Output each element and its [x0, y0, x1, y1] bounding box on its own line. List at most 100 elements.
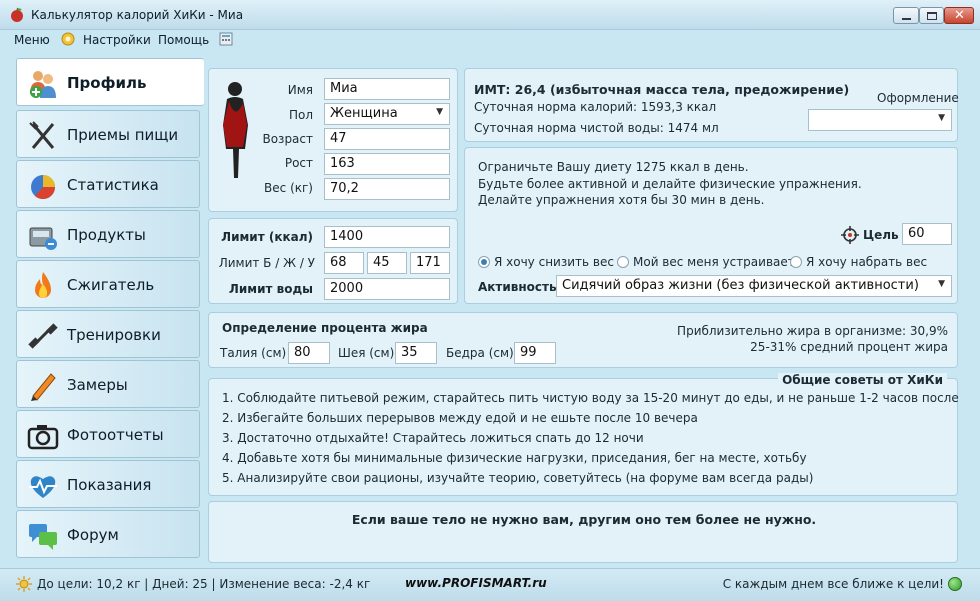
title-bar: Калькулятор калорий ХиКи - Миа ✕ [0, 0, 980, 30]
sidebar-item-meals[interactable]: Приемы пищи [16, 110, 200, 158]
pencil-icon [31, 373, 56, 401]
advice-panel: Ограничьте Вашу диету 1275 ккал в день. … [464, 147, 958, 304]
sidebar-item-statistics[interactable]: Статистика [16, 160, 200, 208]
radio-lose-weight-label[interactable]: Я хочу снизить вес [494, 255, 614, 269]
menu-bar: Меню Настройки Помощь [0, 30, 980, 52]
hips-field[interactable]: 99 [514, 342, 556, 364]
advice-line-1: Ограничьте Вашу диету 1275 ккал в день. [478, 160, 749, 174]
advice-line-3: Делайте упражнения хотя бы 30 мин в день… [478, 193, 765, 207]
minimize-button[interactable] [893, 7, 919, 24]
tip-item-5: 5. Анализируйте свои рационы, изучайте т… [222, 471, 814, 485]
dumbbell-icon [28, 323, 58, 349]
sidebar-label-products: Продукты [67, 226, 146, 244]
radio-gain-weight[interactable] [790, 256, 802, 268]
heart-pulse-icon [29, 476, 57, 498]
status-ok-icon [948, 577, 962, 591]
activity-value: Сидячий образ жизни (без физической акти… [562, 278, 919, 293]
radio-lose-weight[interactable] [478, 256, 490, 268]
close-button[interactable]: ✕ [944, 7, 974, 24]
water-limit-field[interactable]: 2000 [324, 278, 450, 300]
chevron-down-icon: ▼ [938, 279, 945, 289]
gender-select[interactable]: Женщина ▼ [324, 103, 450, 125]
quote-panel: Если ваше тело не нужно вам, другим оно … [208, 501, 958, 563]
status-progress-text: До цели: 10,2 кг | Дней: 25 | Изменение … [37, 577, 371, 591]
age-field[interactable]: 47 [324, 128, 450, 150]
radio-gain-weight-label[interactable]: Я хочу набрать вес [806, 255, 927, 269]
fork-knife-icon [29, 121, 55, 149]
camera-icon [27, 425, 59, 450]
pie-chart-icon [31, 175, 56, 200]
approx-fat-text: Приблизительно жира в организме: 30,9% [677, 324, 948, 338]
maximize-button[interactable] [919, 7, 944, 24]
tip-item-1: 1. Соблюдайте питьевой режим, старайтесь… [222, 391, 959, 405]
bmi-panel: ИМТ: 26,4 (избыточная масса тела, предож… [464, 68, 959, 142]
flame-icon [35, 272, 51, 298]
gender-label: Пол [288, 108, 313, 122]
kcal-limit-field[interactable]: 1400 [324, 226, 450, 248]
kcal-limit-label: Лимит (ккал) [221, 230, 313, 244]
sidebar-label-workouts: Тренировки [67, 326, 161, 344]
carbs-limit-field[interactable]: 171 [410, 252, 450, 274]
waist-label: Талия (см) [220, 346, 287, 360]
people-icon [30, 71, 56, 98]
menu-settings[interactable]: Настройки [83, 33, 151, 47]
sidebar-label-forum: Форум [67, 526, 119, 544]
sidebar-item-workouts[interactable]: Тренировки [16, 310, 200, 358]
bju-limit-label: Лимит Б / Ж / У [218, 256, 315, 270]
status-bar: До цели: 10,2 кг | Дней: 25 | Изменение … [0, 568, 980, 601]
weight-field[interactable]: 70,2 [324, 178, 450, 200]
sun-icon [16, 576, 32, 592]
target-icon [841, 226, 859, 244]
water-limit-label: Лимит воды [228, 282, 313, 296]
sidebar-label-readings: Показания [67, 476, 152, 494]
activity-select[interactable]: Сидячий образ жизни (без физической акти… [556, 275, 952, 297]
gender-value: Женщина [330, 106, 398, 121]
sidebar-item-profile[interactable]: Профиль [16, 58, 204, 106]
name-label: Имя [287, 83, 313, 97]
apple-icon [11, 7, 23, 22]
sidebar-item-photo-reports[interactable]: Фотоотчеты [16, 410, 200, 458]
age-label: Возраст [262, 132, 313, 146]
profile-panel: Имя Миа Пол Женщина ▼ Возраст 47 Рост 16… [208, 68, 458, 212]
sidebar-item-measurements[interactable]: Замеры [16, 360, 200, 408]
advice-line-2: Будьте более активной и делайте физическ… [478, 177, 862, 191]
activity-label: Активность [478, 280, 557, 294]
sidebar-label-measurements: Замеры [67, 376, 128, 394]
neck-field[interactable]: 35 [395, 342, 437, 364]
goal-field[interactable]: 60 [902, 223, 952, 245]
tip-item-4: 4. Добавьте хотя бы минимальные физическ… [222, 451, 807, 465]
sidebar-label-photo-reports: Фотоотчеты [67, 426, 164, 444]
body-fat-title: Определение процента жира [222, 321, 428, 335]
bmi-headline: ИМТ: 26,4 (избыточная масса тела, предож… [474, 82, 850, 97]
status-motto-text: С каждым днем все ближе к цели! [722, 577, 944, 591]
hips-label: Бедра (см) [446, 346, 514, 360]
calculator-icon[interactable] [219, 32, 233, 46]
sidebar: Профиль Приемы пищи Статистика Продукты … [16, 58, 204, 563]
minimize-icon [902, 18, 911, 20]
sidebar-label-profile: Профиль [67, 74, 147, 92]
theme-select[interactable]: ▼ [808, 109, 952, 131]
scale-icon [29, 227, 57, 250]
menu-main[interactable]: Меню [14, 33, 50, 47]
fat-limit-field[interactable]: 45 [367, 252, 407, 274]
sidebar-item-readings[interactable]: Показания [16, 460, 200, 508]
radio-keep-weight-label[interactable]: Мой вес меня устраивает [633, 255, 795, 269]
waist-field[interactable]: 80 [288, 342, 330, 364]
radio-keep-weight[interactable] [617, 256, 629, 268]
height-field[interactable]: 163 [324, 153, 450, 175]
menu-help[interactable]: Помощь [158, 33, 209, 47]
sidebar-item-forum[interactable]: Форум [16, 510, 200, 558]
protein-limit-field[interactable]: 68 [324, 252, 364, 274]
name-field[interactable]: Миа [324, 78, 450, 100]
height-label: Рост [284, 156, 313, 170]
sidebar-label-meals: Приемы пищи [67, 126, 179, 144]
goal-label: Цель [863, 228, 899, 242]
window-title: Калькулятор калорий ХиКи - Миа [31, 8, 244, 22]
daily-calories-text: Суточная норма калорий: 1593,3 ккал [474, 100, 717, 114]
sidebar-item-products[interactable]: Продукты [16, 210, 200, 258]
neck-label: Шея (см) [338, 346, 395, 360]
chevron-down-icon: ▼ [938, 113, 945, 123]
theme-label: Оформление [877, 91, 959, 105]
sidebar-item-burner[interactable]: Сжигатель [16, 260, 200, 308]
tip-item-2: 2. Избегайте больших перерывов между едо… [222, 411, 698, 425]
